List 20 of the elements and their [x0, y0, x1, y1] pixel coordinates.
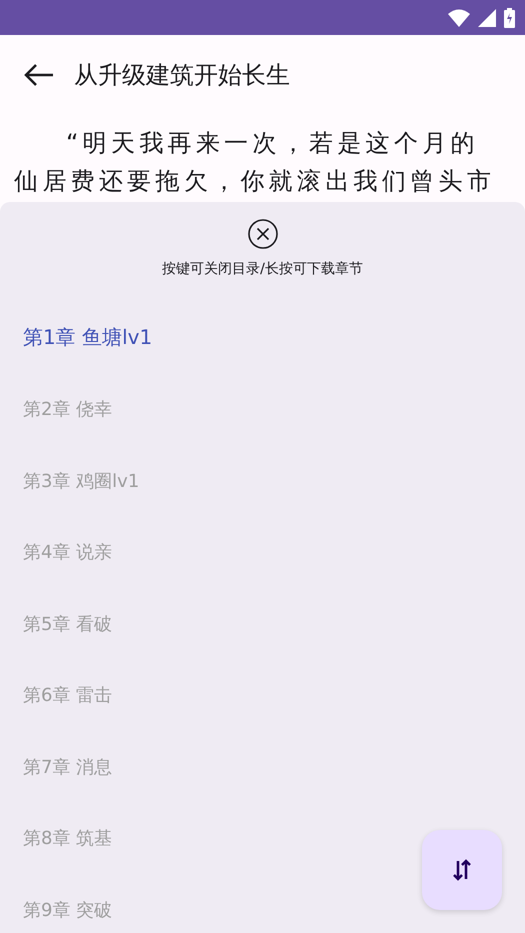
chapter-item[interactable]: 第3章 鸡圈lv1	[0, 445, 525, 516]
sort-icon	[453, 859, 471, 881]
story-text: 仙居费还要拖欠，你就滚出我们曾头市	[14, 166, 496, 197]
chapter-item[interactable]: 第4章 说亲	[0, 516, 525, 588]
wifi-icon	[448, 8, 470, 26]
chapter-item[interactable]: 第6章 雷击	[0, 660, 525, 731]
chapter-item[interactable]: 第8章 筑基	[0, 802, 525, 874]
chapter-item[interactable]: 第1章 鱼塘lv1	[0, 302, 525, 374]
chapter-item[interactable]: 第5章 看破	[0, 588, 525, 660]
back-arrow-icon[interactable]	[24, 63, 54, 87]
sort-button[interactable]	[422, 830, 502, 910]
hint-text: 按键可关闭目录/长按可下载章节	[162, 260, 363, 278]
close-button[interactable]	[246, 218, 278, 250]
signal-icon	[478, 8, 496, 26]
book-title: 从升级建筑开始长生	[74, 60, 290, 91]
chapter-item[interactable]: 第7章 消息	[0, 731, 525, 802]
chapter-item[interactable]: 第9章 突破	[0, 874, 525, 933]
story-text: “明天我再来一次，若是这个月的	[65, 128, 480, 159]
battery-icon	[504, 8, 515, 28]
chapter-item[interactable]: 第2章 侥幸	[0, 374, 525, 445]
